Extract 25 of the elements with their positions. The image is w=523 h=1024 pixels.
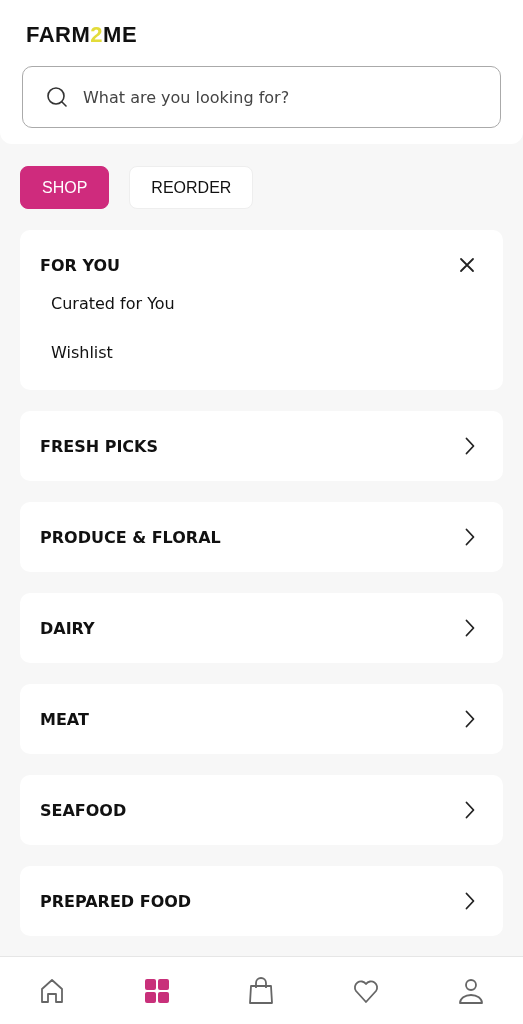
chevron-right-icon[interactable] — [465, 437, 475, 455]
category-title[interactable]: PREPARED FOOD — [40, 891, 192, 911]
subcategory-link[interactable]: Curated for You — [51, 294, 175, 313]
category-title[interactable]: DAIRY — [40, 618, 95, 638]
bag-icon[interactable] — [247, 976, 276, 1005]
category-title[interactable]: SEAFOOD — [40, 800, 127, 820]
tab[interactable]: REORDER — [129, 166, 254, 209]
chevron-right-icon[interactable] — [465, 528, 475, 546]
search-input[interactable]: What are you looking for? — [81, 86, 478, 108]
grid-icon[interactable] — [142, 976, 171, 1005]
category-title[interactable]: MEAT — [40, 709, 89, 729]
search-field[interactable]: What are you looking for? — [22, 66, 501, 128]
category-title[interactable]: FOR YOU — [40, 255, 121, 275]
subcategory-link[interactable]: Wishlist — [51, 343, 113, 362]
search-icon — [45, 85, 69, 109]
person-icon[interactable] — [456, 976, 485, 1005]
tab[interactable]: SHOP — [20, 166, 110, 209]
chevron-right-icon[interactable] — [465, 710, 475, 728]
category-title[interactable]: FRESH PICKS — [40, 436, 158, 456]
chevron-right-icon[interactable] — [465, 619, 475, 637]
category-title[interactable]: PRODUCE & FLORAL — [40, 527, 221, 547]
chevron-right-icon[interactable] — [465, 892, 475, 910]
close-icon[interactable] — [459, 257, 475, 273]
chevron-right-icon[interactable] — [465, 801, 475, 819]
logo: FARM2ME — [26, 22, 138, 48]
